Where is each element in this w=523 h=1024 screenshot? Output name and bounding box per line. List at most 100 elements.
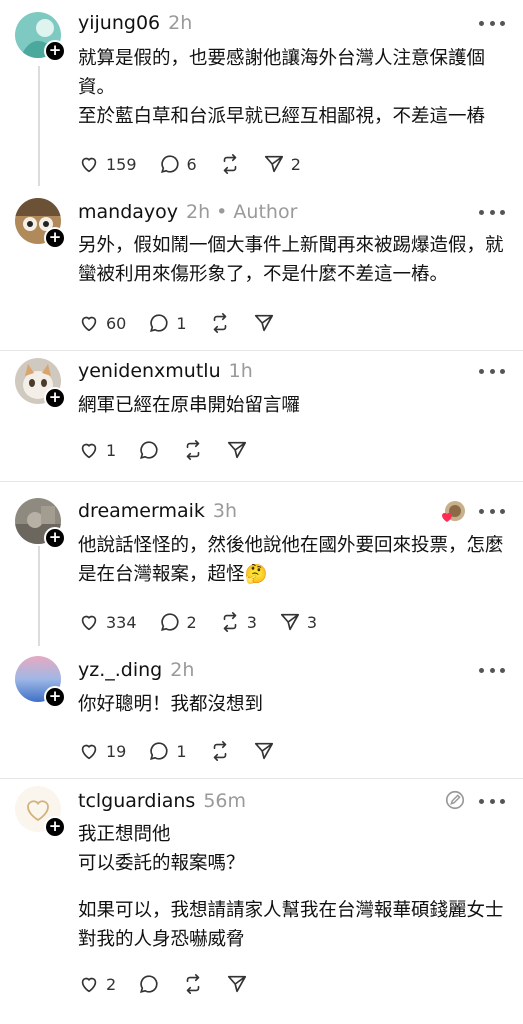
text-line: 我正想問他 [78,824,171,845]
text-line: 可以委託的報案嗎？ [78,853,245,874]
text-line: 他說話怪怪的，然後他說他在國外要回來投票，怎麼是在台灣報案，超怪🤔 [78,535,504,585]
timestamp: 56m [203,790,247,812]
username[interactable]: yenidenxmutlu [78,360,221,382]
more-options-icon[interactable] [479,13,505,33]
like-count: 60 [106,313,127,333]
comment-header: yenidenxmutlu 1h [78,358,253,384]
like-button[interactable]: 334 [78,611,137,633]
more-options-icon[interactable] [479,660,505,680]
like-button[interactable]: 60 [78,312,126,334]
text-line: 如果可以，我想請請家人幫我在台灣報華碩錢麗女士對我的人身恐嚇威脅 [78,900,504,950]
comment-text: 我正想問他 可以委託的報案嗎？ 如果可以，我想請請家人幫我在台灣報華碩錢麗女士對… [78,820,508,954]
action-bar: 2 [78,972,270,996]
repost-icon [223,154,237,174]
repost-count: 3 [246,612,257,632]
reply-count: 1 [176,313,187,333]
comment-item: + yz._.ding 2h 你好聰明！我都沒想到 19 1 [0,650,523,778]
follow-plus-button[interactable]: + [44,40,66,62]
comment-item: + dreamermaik 3h 他說話怪怪的，然後他說他在國外要回來投票，怎麼… [0,482,523,650]
follow-plus-button[interactable]: + [44,816,66,838]
share-button[interactable] [226,973,248,995]
like-count: 2 [106,974,117,994]
repost-icon [213,313,226,333]
follow-plus-button[interactable]: + [44,227,66,249]
heart-icon [81,443,97,459]
more-options-icon[interactable] [479,361,505,381]
reply-button[interactable]: 1 [148,740,187,762]
comment-header: yz._.ding 2h [78,657,194,683]
comment-icon [150,742,168,760]
heart-icon [81,744,97,760]
repost-icon [223,612,237,632]
thread-line [38,66,40,186]
action-bar: 1 [78,438,270,462]
reply-count: 1 [176,741,187,761]
follow-plus-button[interactable]: + [44,686,66,708]
more-options-icon[interactable] [479,791,505,811]
action-bar: 19 1 [78,739,297,763]
reply-button[interactable]: 2 [159,611,197,633]
repost-button[interactable] [182,439,204,461]
share-button[interactable]: 2 [263,153,301,175]
repost-button[interactable] [209,740,231,762]
repost-button[interactable] [182,973,204,995]
share-button[interactable] [253,312,275,334]
like-button[interactable]: 159 [78,153,137,175]
follow-plus-button[interactable]: + [44,527,66,549]
action-bar: 159 6 2 [78,152,323,176]
heart-icon [81,977,97,993]
comment-icon [150,314,168,332]
more-options-icon[interactable] [479,202,505,222]
comment-icon [160,155,179,173]
like-button[interactable]: 2 [78,973,116,995]
comment-header: mandayoy 2h • Author [78,199,297,225]
timestamp: 1h [228,360,253,382]
like-button[interactable]: 1 [78,439,116,461]
repost-button[interactable] [209,312,231,334]
edited-icon[interactable] [444,789,466,811]
username[interactable]: dreamermaik [78,500,205,522]
reply-button[interactable]: 1 [148,312,187,334]
share-button[interactable] [253,740,275,762]
send-icon [228,441,247,459]
comment-header: dreamermaik 3h [78,498,237,524]
comment-text: 網軍已經在原串開始留言囉 [78,391,508,420]
comment-text: 就算是假的，也要感謝他讓海外台灣人注意保護個資。 至於藍白草和台派早就已經互相鄙… [78,44,508,131]
send-icon [254,314,273,332]
reply-button[interactable] [138,439,160,461]
comment-icon [140,975,158,993]
more-options-icon[interactable] [479,501,505,521]
repost-button[interactable]: 3 [219,611,257,633]
comment-header: tclguardians 56m [78,788,246,814]
username[interactable]: tclguardians [78,790,195,812]
username[interactable]: yz._.ding [78,659,162,681]
action-bar: 60 1 [78,311,297,335]
text-line: 至於藍白草和台派早就已經互相鄙視，不差這一樁 [78,106,486,127]
reply-button[interactable]: 6 [159,153,197,175]
like-count: 19 [106,741,127,761]
action-bar: 334 2 3 3 [78,610,339,634]
repost-icon [213,741,226,761]
like-count: 1 [106,440,117,460]
send-icon [254,742,273,760]
reply-count: 6 [186,154,197,174]
text-line: 你好聰明！我都沒想到 [78,694,264,715]
username[interactable]: mandayoy [78,201,178,223]
send-icon [264,155,283,173]
send-icon [280,613,299,631]
username[interactable]: yijung06 [78,12,160,34]
liked-by-author-badge [442,500,466,524]
share-button[interactable] [226,439,248,461]
follow-plus-button[interactable]: + [44,387,66,409]
like-count: 334 [106,612,137,632]
like-button[interactable]: 19 [78,740,126,762]
thread-line [38,546,40,646]
comment-item: + mandayoy 2h • Author 另外，假如鬧一個大事件上新聞再來被… [0,190,523,350]
share-button[interactable]: 3 [279,611,317,633]
text-line: 另外，假如鬧一個大事件上新聞再來被踢爆造假，就蠻被利用來傷形象了，不是什麼不差這… [78,235,504,285]
reply-button[interactable] [138,973,160,995]
repost-button[interactable] [219,153,241,175]
send-icon [228,975,247,993]
comment-icon [160,613,179,631]
text-line [78,878,508,896]
